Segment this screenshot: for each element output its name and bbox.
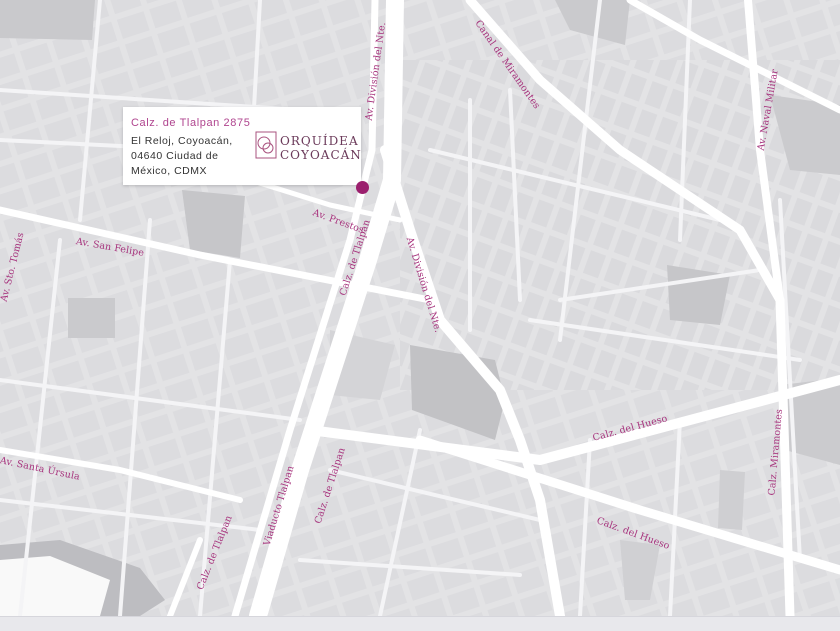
address-line: 04640 Ciudad de — [131, 150, 219, 162]
map-canvas[interactable]: Av. División del Nte. Canal de Miramonte… — [0, 0, 840, 616]
address-card: Calz. de Tlalpan 2875 El Reloj, Coyoacán… — [123, 107, 361, 185]
park-area — [0, 0, 95, 40]
map-footer-bar — [0, 616, 840, 631]
logo-word: COYOACÁN — [280, 148, 362, 162]
address-title: Calz. de Tlalpan 2875 — [131, 117, 251, 129]
park-area — [182, 190, 245, 258]
map-background — [0, 0, 840, 616]
brand-logo: ORQUÍDEA COYOACÁN — [255, 131, 362, 165]
logo-word: ORQUÍDEA — [280, 134, 359, 148]
orchid-monogram-icon — [255, 131, 277, 159]
park-area — [718, 470, 745, 530]
location-pin-icon[interactable] — [356, 181, 369, 194]
address-line: México, CDMX — [131, 165, 208, 177]
address-line: El Reloj, Coyoacán, — [131, 135, 233, 147]
park-area — [68, 298, 115, 338]
